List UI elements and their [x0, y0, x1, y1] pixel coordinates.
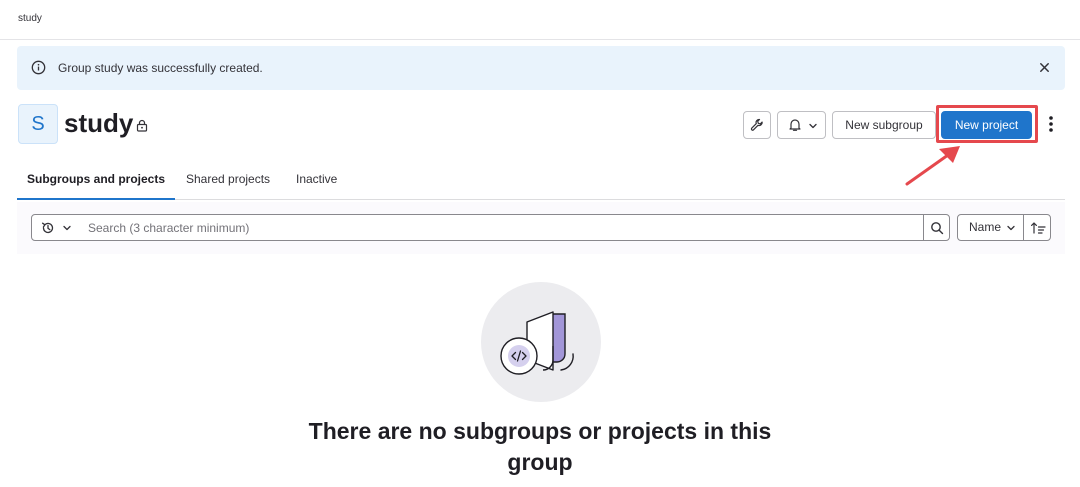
kebab-icon[interactable] — [1044, 113, 1058, 135]
sort-direction-icon — [1031, 222, 1046, 234]
tabs: Subgroups and projects Shared projects I… — [17, 158, 1065, 200]
page-title: study — [64, 108, 134, 138]
sort-value: Name — [969, 220, 1002, 234]
filter-bar: Name — [17, 202, 1065, 254]
bell-icon — [789, 119, 801, 131]
success-alert: Group study was successfully created. — [17, 46, 1065, 90]
tab-shared-projects[interactable]: Shared projects — [186, 158, 270, 200]
history-icon — [41, 222, 54, 234]
lock-icon — [136, 119, 148, 132]
new-subgroup-button[interactable]: New subgroup — [832, 111, 936, 139]
search-button[interactable] — [923, 214, 950, 241]
empty-state-title: There are no subgroups or projects in th… — [308, 418, 772, 475]
chevron-down-icon — [809, 123, 817, 129]
settings-button[interactable] — [743, 111, 771, 139]
empty-state-illustration — [481, 282, 601, 402]
breadcrumb[interactable]: study — [18, 13, 42, 24]
sort-dropdown[interactable]: Name — [957, 214, 1024, 241]
search-icon — [931, 222, 944, 235]
avatar: S — [18, 104, 58, 144]
sort-direction-button[interactable] — [1023, 214, 1051, 241]
notification-dropdown[interactable] — [777, 111, 826, 139]
wrench-icon — [750, 118, 763, 131]
search-history-dropdown[interactable] — [31, 214, 79, 241]
search-input[interactable] — [78, 214, 924, 241]
tab-inactive[interactable]: Inactive — [296, 158, 337, 200]
breadcrumb-bar: study — [0, 0, 1080, 40]
chevron-down-icon — [1007, 225, 1015, 231]
tab-subgroups-and-projects[interactable]: Subgroups and projects — [17, 158, 175, 200]
info-icon — [31, 60, 46, 75]
chevron-down-icon — [63, 225, 71, 231]
new-project-button[interactable]: New project — [941, 111, 1032, 139]
close-icon[interactable] — [1038, 61, 1051, 74]
alert-message: Group study was successfully created. — [58, 61, 263, 75]
